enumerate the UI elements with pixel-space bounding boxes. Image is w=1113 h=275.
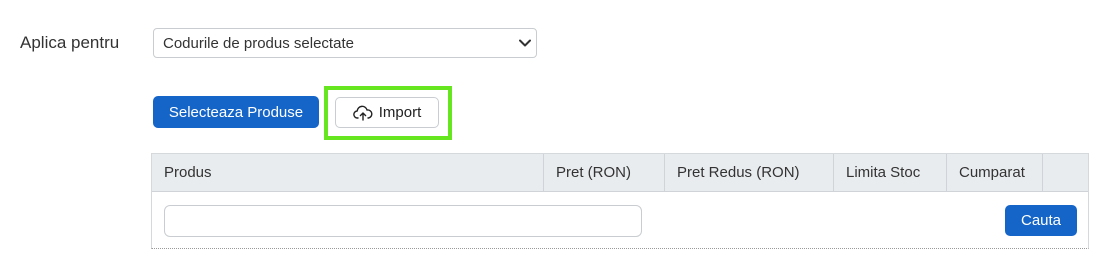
column-header-limita-stoc: Limita Stoc — [834, 154, 947, 191]
column-header-pret-redus: Pret Redus (RON) — [665, 154, 834, 191]
search-button[interactable]: Cauta — [1005, 205, 1077, 236]
import-button[interactable]: Import — [335, 97, 439, 128]
apply-for-select[interactable]: Codurile de produs selectate — [153, 28, 537, 58]
column-header-pret: Pret (RON) — [544, 154, 665, 191]
apply-for-label: Aplica pentru — [20, 33, 120, 52]
cloud-upload-icon — [352, 105, 373, 121]
select-products-button[interactable]: Selecteaza Produse — [153, 96, 319, 128]
product-search-input[interactable] — [164, 205, 642, 237]
chevron-down-icon — [514, 29, 536, 57]
products-table-header: Produs Pret (RON) Pret Redus (RON) Limit… — [152, 154, 1088, 192]
column-header-produs: Produs — [152, 154, 544, 191]
import-button-label: Import — [378, 104, 422, 121]
apply-for-select-value: Codurile de produs selectate — [163, 34, 354, 52]
products-table: Produs Pret (RON) Pret Redus (RON) Limit… — [151, 153, 1089, 249]
column-header-actions — [1043, 154, 1089, 191]
column-header-cumparat: Cumparat — [947, 154, 1043, 191]
